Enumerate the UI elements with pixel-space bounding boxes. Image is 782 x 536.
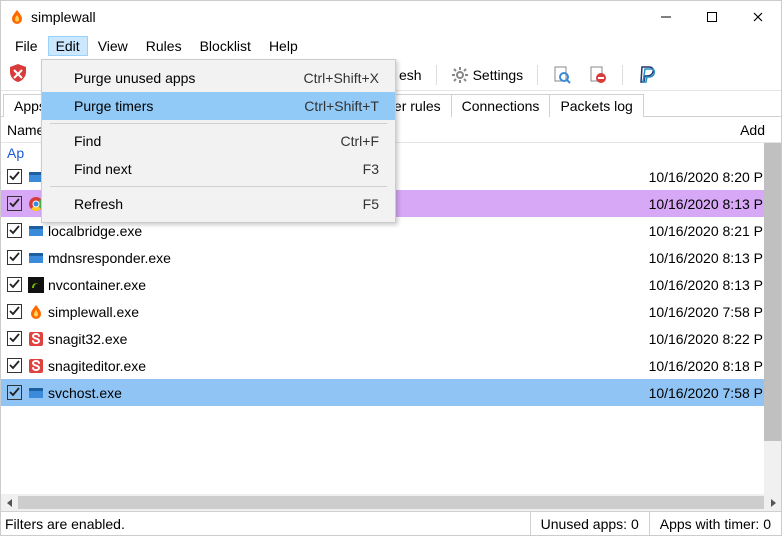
refresh-button[interactable]: esh (395, 65, 426, 85)
horizontal-scrollbar[interactable] (1, 494, 781, 511)
table-row[interactable]: snagit32.exe10/16/2020 8:22 P (1, 325, 781, 352)
status-unused-apps: Unused apps: 0 (530, 512, 649, 535)
row-date: 10/16/2020 8:13 P (649, 250, 781, 266)
row-date: 10/16/2020 7:58 P (649, 304, 781, 320)
menu-purge-timers[interactable]: Purge timers Ctrl+Shift+T (42, 92, 395, 120)
tab-packets-log[interactable]: Packets log (549, 94, 643, 117)
donate-button[interactable] (633, 63, 663, 87)
row-checkbox[interactable] (7, 169, 22, 184)
menu-item-shortcut: Ctrl+F (341, 133, 380, 149)
row-name: mdnsresponder.exe (48, 250, 649, 266)
shield-icon[interactable] (7, 62, 29, 87)
table-row[interactable]: svchost.exe10/16/2020 7:58 P (1, 379, 781, 406)
row-checkbox[interactable] (7, 385, 22, 400)
nvidia-icon (28, 277, 44, 293)
menu-help[interactable]: Help (261, 36, 306, 56)
menu-item-shortcut: Ctrl+Shift+T (304, 98, 379, 114)
toolbar-separator (537, 65, 538, 85)
menu-view[interactable]: View (90, 36, 136, 56)
menu-find[interactable]: Find Ctrl+F (42, 127, 395, 155)
scroll-left-icon[interactable] (1, 494, 18, 511)
menu-item-label: Find (74, 133, 101, 149)
menu-blocklist[interactable]: Blocklist (192, 36, 259, 56)
column-added[interactable]: Add (740, 122, 781, 138)
row-checkbox[interactable] (7, 277, 22, 292)
menu-item-label: Purge timers (74, 98, 153, 114)
row-date: 10/16/2020 8:13 P (649, 277, 781, 293)
settings-button[interactable]: Settings (447, 64, 528, 86)
status-apps-with-timer: Apps with timer: 0 (649, 512, 781, 535)
menu-rules[interactable]: Rules (138, 36, 190, 56)
menu-bar: File Edit View Rules Blocklist Help Purg… (1, 33, 781, 59)
menu-item-label: Purge unused apps (74, 70, 195, 86)
row-date: 10/16/2020 7:58 P (649, 385, 781, 401)
row-date: 10/16/2020 8:18 P (649, 358, 781, 374)
row-name: snagit32.exe (48, 331, 649, 347)
minimize-button[interactable] (643, 1, 689, 33)
table-row[interactable]: simplewall.exe10/16/2020 7:58 P (1, 298, 781, 325)
window-title: simplewall (31, 9, 96, 25)
toolbar-separator (436, 65, 437, 85)
menu-file[interactable]: File (7, 36, 46, 56)
menu-item-label: Refresh (74, 196, 123, 212)
table-row[interactable]: nvcontainer.exe10/16/2020 8:13 P (1, 271, 781, 298)
app-icon (28, 223, 44, 239)
tab-connections[interactable]: Connections (451, 94, 551, 117)
edit-dropdown: Purge unused apps Ctrl+Shift+X Purge tim… (41, 59, 396, 223)
toolbar-separator (622, 65, 623, 85)
menu-item-label: Find next (74, 161, 132, 177)
app-icon (28, 250, 44, 266)
title-bar: simplewall (1, 1, 781, 33)
refresh-label: esh (399, 67, 422, 83)
app-icon (28, 385, 44, 401)
paypal-icon (637, 65, 659, 85)
row-date: 10/16/2020 8:21 P (649, 223, 781, 239)
maximize-button[interactable] (689, 1, 735, 33)
snagit-icon (28, 331, 44, 347)
row-checkbox[interactable] (7, 250, 22, 265)
table-row[interactable]: snagiteditor.exe10/16/2020 8:18 P (1, 352, 781, 379)
status-bar: Filters are enabled. Unused apps: 0 Apps… (1, 511, 781, 535)
row-name: svchost.exe (48, 385, 649, 401)
menu-refresh[interactable]: Refresh F5 (42, 190, 395, 218)
scroll-right-icon[interactable] (764, 494, 781, 511)
menu-separator (50, 186, 387, 187)
menu-separator (50, 123, 387, 124)
app-icon (9, 9, 25, 25)
table-row[interactable]: mdnsresponder.exe10/16/2020 8:13 P (1, 244, 781, 271)
row-checkbox[interactable] (7, 331, 22, 346)
delete-page-button[interactable] (584, 63, 612, 87)
row-date: 10/16/2020 8:13 P (649, 196, 781, 212)
menu-item-shortcut: Ctrl+Shift+X (304, 70, 379, 86)
row-date: 10/16/2020 8:20 P (649, 169, 781, 185)
row-checkbox[interactable] (7, 223, 22, 238)
row-checkbox[interactable] (7, 358, 22, 373)
row-name: localbridge.exe (48, 223, 649, 239)
settings-label: Settings (473, 67, 524, 83)
row-name: nvcontainer.exe (48, 277, 649, 293)
row-name: snagiteditor.exe (48, 358, 649, 374)
row-date: 10/16/2020 8:22 P (649, 331, 781, 347)
menu-item-shortcut: F3 (363, 161, 379, 177)
menu-purge-unused-apps[interactable]: Purge unused apps Ctrl+Shift+X (42, 64, 395, 92)
menu-item-shortcut: F5 (363, 196, 379, 212)
row-checkbox[interactable] (7, 304, 22, 319)
gear-icon (451, 66, 469, 84)
search-page-button[interactable] (548, 63, 576, 87)
menu-edit[interactable]: Edit (48, 36, 88, 56)
menu-find-next[interactable]: Find next F3 (42, 155, 395, 183)
flame-icon (28, 304, 44, 320)
status-filters: Filters are enabled. (1, 516, 530, 532)
row-name: simplewall.exe (48, 304, 649, 320)
snagit-icon (28, 358, 44, 374)
close-button[interactable] (735, 1, 781, 33)
vertical-scrollbar[interactable] (764, 143, 781, 494)
row-checkbox[interactable] (7, 196, 22, 211)
